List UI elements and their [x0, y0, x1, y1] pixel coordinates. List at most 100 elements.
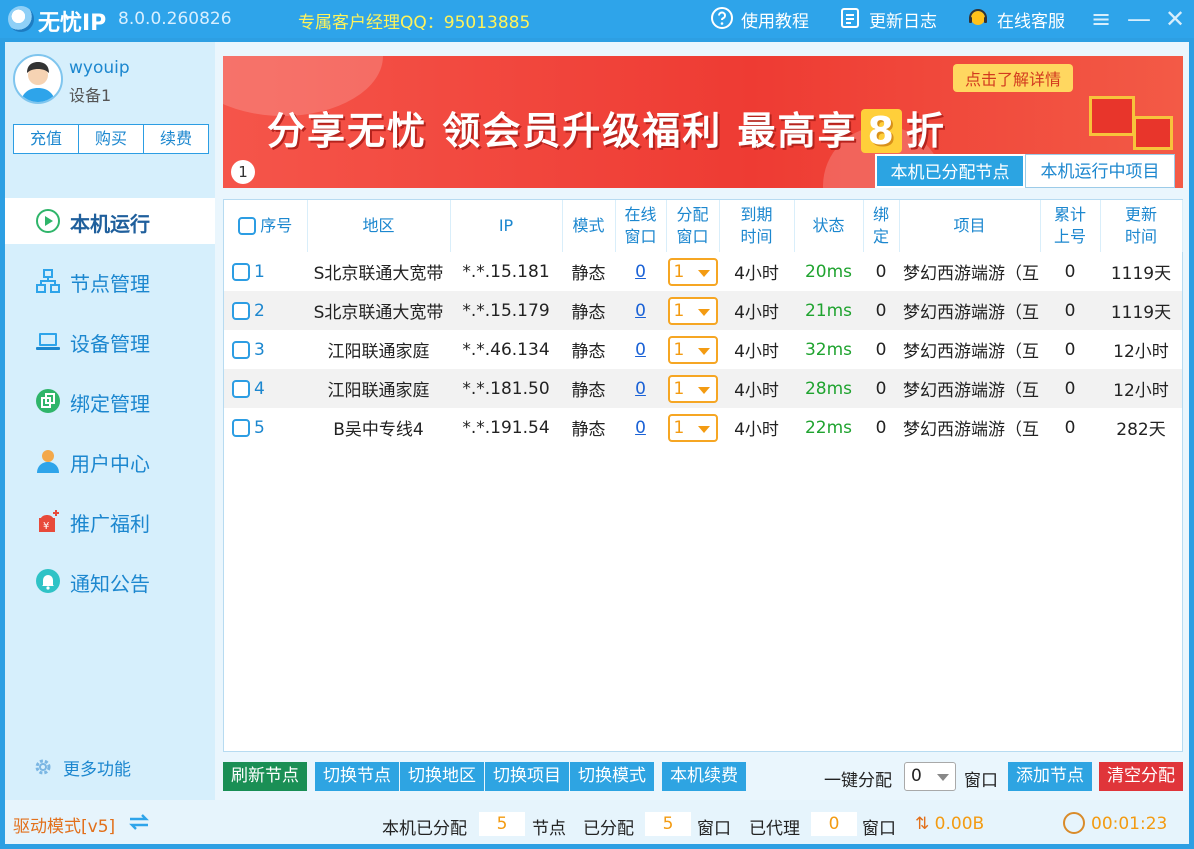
tab-assigned-nodes[interactable]: 本机已分配节点: [875, 154, 1025, 188]
clear-allocation-button[interactable]: 清空分配: [1099, 762, 1183, 791]
row-checkbox[interactable]: [232, 262, 250, 281]
renew-local-button[interactable]: 本机续费: [662, 762, 746, 791]
nav-item-local-run[interactable]: 本机运行: [5, 198, 215, 244]
renew-button[interactable]: 续费: [144, 125, 208, 153]
changelog-link[interactable]: 更新日志: [869, 7, 937, 32]
online-windows-link[interactable]: 0: [635, 340, 646, 360]
cell-project: 梦幻西游端游（互: [903, 420, 1039, 440]
switch-arrows-icon[interactable]: [127, 811, 151, 833]
menu-icon[interactable]: ≡: [1086, 4, 1116, 34]
online-windows-link[interactable]: 0: [635, 301, 646, 321]
cell-update-time: 1119天: [1110, 264, 1172, 284]
cell-online-windows: 0: [615, 291, 666, 330]
close-icon[interactable]: ✕: [1160, 4, 1190, 34]
session-timer: 00:01:23: [1091, 814, 1168, 834]
header-total-l2: 上号: [1053, 227, 1086, 246]
row-seq: 5: [254, 417, 265, 438]
header-alloc-l1: 分配: [676, 205, 709, 224]
tab-running-projects[interactable]: 本机运行中项目: [1025, 154, 1175, 188]
app-logo-icon: [8, 6, 34, 32]
purchase-button[interactable]: 购买: [79, 125, 144, 153]
cell-total-logins: 0: [1040, 291, 1100, 330]
cell-bind: 0: [863, 291, 899, 330]
node-unit-label: 节点: [532, 819, 566, 839]
table-row[interactable]: 1 S北京联通大宽带 *.*.15.181 静态 0 1 4小时 20ms 0 梦幻西游端游（互 0…: [224, 252, 1182, 291]
add-node-button[interactable]: 添加节点: [1008, 762, 1092, 791]
help-circle-icon[interactable]: [710, 6, 734, 30]
cell-project: 梦幻西游端游（互: [899, 369, 1040, 408]
cell-status: 20ms: [804, 261, 853, 282]
online-windows-link[interactable]: 0: [635, 262, 646, 282]
onekey-window-label: 窗口: [964, 771, 998, 791]
cell-allocated-windows: 1: [666, 252, 719, 291]
table-row[interactable]: 2 S北京联通大宽带 *.*.15.179 静态 0 1 4小时 21ms 0 梦幻西游端游（互 0…: [224, 291, 1182, 330]
cell-region: S北京联通大宽带: [313, 264, 444, 284]
allocated-windows-select[interactable]: 1: [667, 257, 718, 286]
driver-mode-label[interactable]: 驱动模式[v5]: [13, 812, 115, 837]
cell-update-time: 282天: [1116, 420, 1166, 440]
cell-online-windows: 0: [615, 330, 666, 369]
allocated-windows-select[interactable]: 1: [667, 335, 718, 364]
table-row[interactable]: 5 B吴中专线4 *.*.191.54 静态 0 1 4小时 22ms 0 梦幻西游端游（互 0 28…: [224, 408, 1182, 447]
header-expire-l2: 时间: [740, 227, 773, 246]
onekey-allocate-select[interactable]: 0: [904, 762, 956, 791]
row-seq: 3: [254, 339, 265, 360]
switch-project-button[interactable]: 切换项目: [485, 762, 569, 791]
select-all-checkbox[interactable]: [238, 217, 257, 236]
account-button-group: 充值 购买 续费: [13, 124, 209, 154]
cell-project: 梦幻西游端游（互: [899, 291, 1040, 330]
column-header-seq[interactable]: 序号: [224, 200, 308, 252]
row-checkbox[interactable]: [232, 340, 250, 359]
banner-page-indicator[interactable]: 1: [231, 160, 255, 184]
allocated-windows-select[interactable]: 1: [667, 374, 718, 403]
cell-allocated-windows: 1: [666, 408, 719, 447]
nav-label: 用户中心: [70, 452, 150, 476]
row-checkbox[interactable]: [232, 301, 250, 320]
node-table-grid: 序号 地区 IP 模式 在线 窗口 分配 窗口 到期 时间 状态 绑定 项目 累计 上号…: [224, 200, 1183, 447]
table-body: 1 S北京联通大宽带 *.*.15.181 静态 0 1 4小时 20ms 0 梦幻西游端游（互 0…: [224, 252, 1182, 447]
nav-item-user-center[interactable]: 用户中心: [5, 438, 215, 484]
allocated-label: 已分配: [583, 819, 634, 839]
headset-icon[interactable]: [966, 6, 990, 30]
local-allocated-label: 本机已分配: [382, 819, 467, 839]
nav-item-promotion-benefits[interactable]: ¥ 推广福利: [5, 498, 215, 544]
cell-update-time: 12小时: [1113, 342, 1169, 362]
table-row[interactable]: 3 江阳联通家庭 *.*.46.134 静态 0 1 4小时 32ms 0 梦幻西游端游（互 0 12…: [224, 330, 1182, 369]
table-row[interactable]: 4 江阳联通家庭 *.*.181.50 静态 0 1 4小时 28ms 0 梦幻西游端游（互 0 12…: [224, 369, 1182, 408]
switch-region-button[interactable]: 切换地区: [400, 762, 484, 791]
tutorial-link[interactable]: 使用教程: [741, 7, 809, 32]
gear-icon: [35, 759, 51, 775]
cell-ip: *.*.15.181: [462, 261, 550, 282]
document-icon[interactable]: [838, 6, 862, 30]
minimize-icon[interactable]: —: [1124, 4, 1154, 34]
nav-item-notifications[interactable]: 通知公告: [5, 558, 215, 604]
nav-label: 设备管理: [70, 332, 150, 356]
row-checkbox[interactable]: [232, 418, 250, 437]
cell-seq[interactable]: 3: [224, 330, 307, 369]
online-support-link[interactable]: 在线客服: [997, 7, 1065, 32]
allocated-windows-select[interactable]: 1: [667, 296, 718, 325]
cell-seq[interactable]: 2: [224, 291, 307, 330]
refresh-nodes-button[interactable]: 刷新节点: [223, 762, 307, 791]
seq-header-label: 序号: [260, 216, 293, 236]
recharge-button[interactable]: 充值: [14, 125, 79, 153]
more-functions-link[interactable]: 更多功能: [33, 755, 131, 780]
nav-item-device-management[interactable]: 设备管理: [5, 318, 215, 364]
cell-expire-time: 4小时: [734, 420, 779, 440]
banner-details-button[interactable]: 点击了解详情: [953, 64, 1074, 92]
column-header-status: 状态: [794, 200, 864, 252]
nav-item-binding-management[interactable]: 绑定管理: [5, 378, 215, 424]
nav-item-node-management[interactable]: 节点管理: [5, 258, 215, 304]
row-checkbox[interactable]: [232, 379, 250, 398]
cell-expire-time: 4小时: [734, 264, 779, 284]
cell-seq[interactable]: 1: [224, 252, 307, 291]
column-header-ip: IP: [450, 200, 563, 252]
avatar[interactable]: [13, 54, 63, 104]
switch-mode-button[interactable]: 切换模式: [570, 762, 654, 791]
switch-node-button[interactable]: 切换节点: [315, 762, 399, 791]
cell-seq[interactable]: 5: [224, 408, 307, 447]
online-windows-link[interactable]: 0: [635, 418, 646, 438]
cell-seq[interactable]: 4: [224, 369, 307, 408]
online-windows-link[interactable]: 0: [635, 379, 646, 399]
allocated-windows-select[interactable]: 1: [667, 413, 718, 442]
